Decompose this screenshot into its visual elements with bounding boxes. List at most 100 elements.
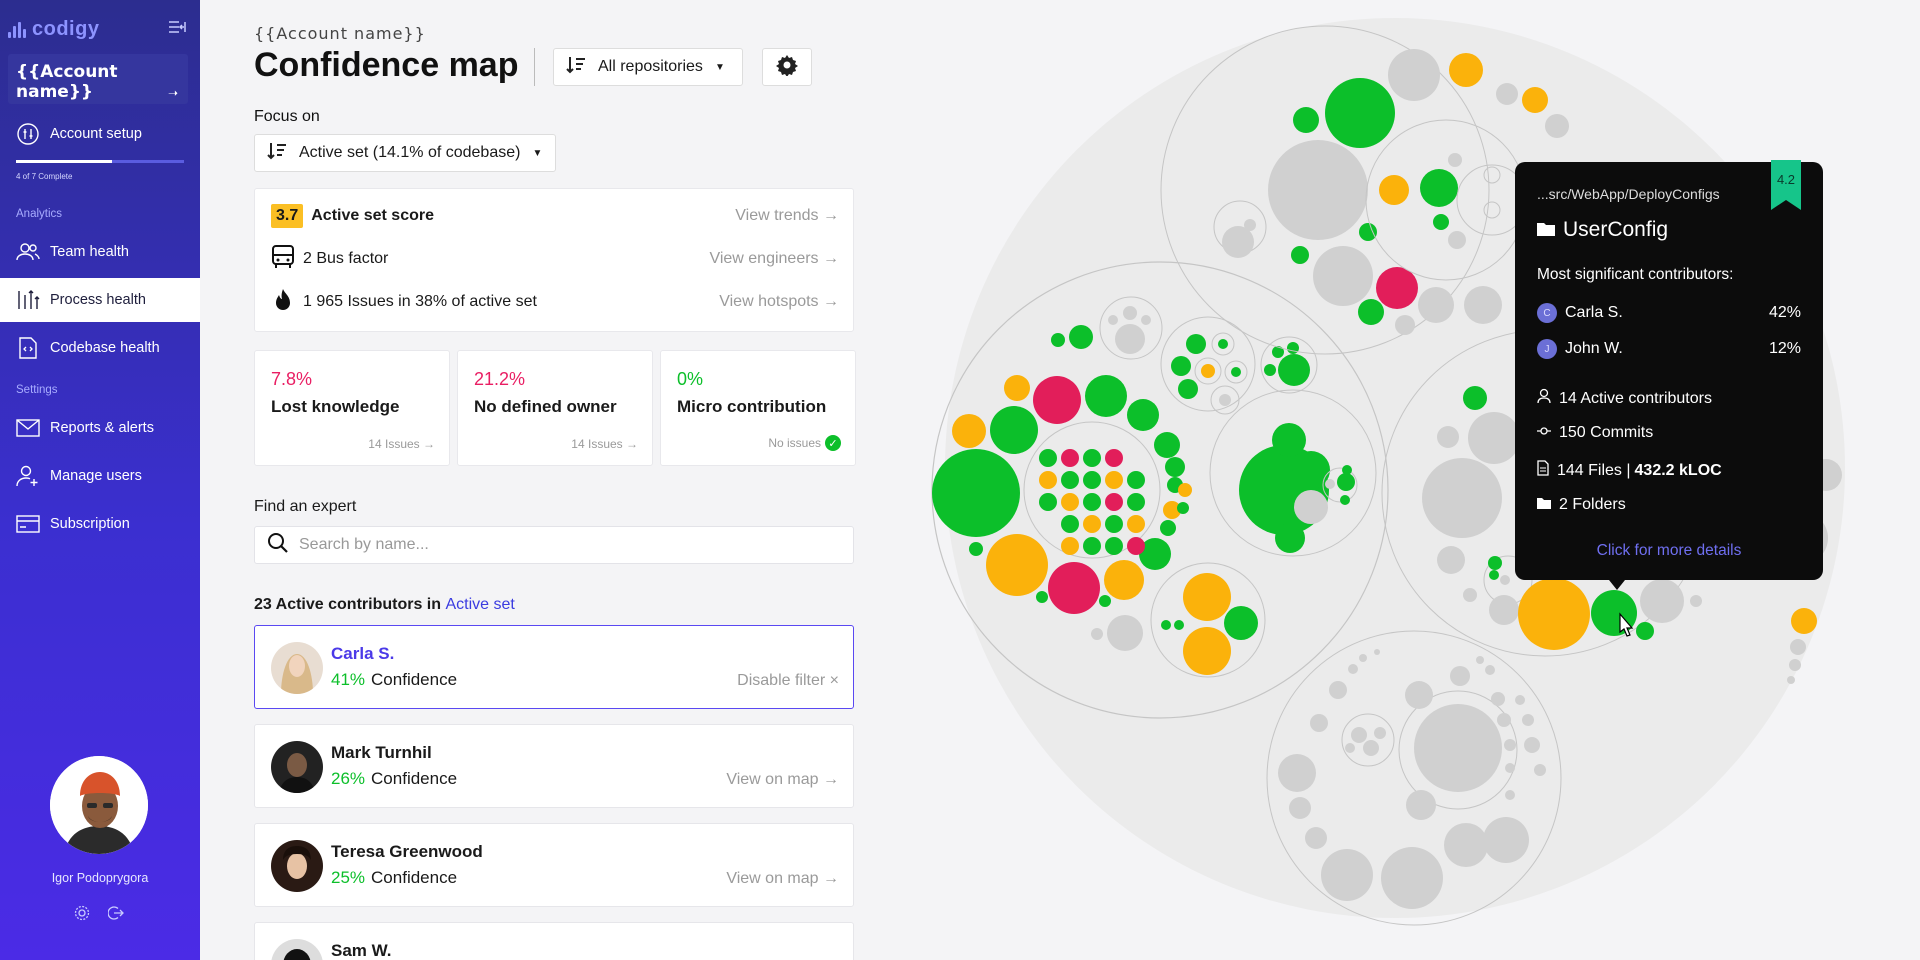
active-contributors-row: 14 Active contributors bbox=[1537, 388, 1801, 409]
file-node[interactable] bbox=[1061, 537, 1079, 555]
contributor-confidence: 26% Confidence bbox=[331, 769, 457, 789]
contributors-count: 23 Active contributors in bbox=[254, 596, 441, 613]
file-node[interactable] bbox=[1061, 471, 1079, 489]
confidence-label: Confidence bbox=[371, 868, 458, 887]
search-placeholder: Search by name... bbox=[299, 536, 429, 553]
user-name: Igor Podoprygora bbox=[51, 871, 149, 885]
more-details-link[interactable]: Click for more details bbox=[1515, 542, 1823, 560]
metric-card-lost-knowledge[interactable]: 7.8% Lost knowledge 14 Issues → bbox=[254, 350, 450, 466]
view-hotspots-link[interactable]: View hotspots → bbox=[719, 293, 839, 311]
confidence-value: 25% bbox=[331, 868, 366, 887]
nav-manage-users[interactable]: Manage users bbox=[0, 454, 200, 498]
gear-icon bbox=[776, 54, 798, 81]
active-set-link[interactable]: Active set bbox=[445, 596, 514, 613]
title-divider bbox=[534, 48, 535, 86]
view-trends-link[interactable]: View trends → bbox=[735, 207, 839, 225]
file-node[interactable] bbox=[1127, 515, 1145, 533]
file-node[interactable] bbox=[1039, 471, 1057, 489]
issues-row: 1 965 Issues in 38% of active set bbox=[271, 288, 537, 316]
account-name: {{Account name}} bbox=[16, 62, 118, 102]
nav-label: Reports & alerts bbox=[50, 420, 154, 436]
collapse-sidebar-icon[interactable] bbox=[168, 20, 186, 36]
file-node[interactable] bbox=[1127, 471, 1145, 489]
view-on-map-link[interactable]: View on map → bbox=[726, 870, 839, 888]
file-node[interactable] bbox=[1083, 471, 1101, 489]
settings-icon[interactable] bbox=[74, 905, 90, 924]
contributors-section-title: Most significant contributors: bbox=[1537, 266, 1734, 283]
file-node[interactable] bbox=[1061, 449, 1079, 467]
contributor-card[interactable]: Carla S. 41% Confidence Disable filter × bbox=[254, 625, 854, 709]
sort-icon bbox=[566, 56, 586, 79]
confidence-label: Confidence bbox=[371, 670, 458, 689]
file-node[interactable] bbox=[1127, 537, 1145, 555]
user-avatar[interactable] bbox=[50, 756, 148, 854]
file-node[interactable] bbox=[1061, 493, 1079, 511]
focus-select[interactable]: Active set (14.1% of codebase) ▼ bbox=[254, 134, 556, 172]
metric-issues-link[interactable]: 14 Issues → bbox=[368, 437, 435, 451]
view-engineers-link[interactable]: View engineers → bbox=[709, 250, 839, 268]
contributor-avatar: C bbox=[1537, 303, 1557, 323]
nav-team-health[interactable]: Team health bbox=[0, 230, 200, 274]
search-icon bbox=[267, 532, 289, 559]
metric-card-no-owner[interactable]: 21.2% No defined owner 14 Issues → bbox=[457, 350, 653, 466]
tooltip-pointer bbox=[1609, 580, 1625, 590]
account-switcher[interactable]: {{Account name}} ➝ bbox=[8, 54, 188, 104]
settings-button[interactable] bbox=[762, 48, 812, 86]
file-node[interactable] bbox=[1083, 537, 1101, 555]
nav-label: Account setup bbox=[50, 126, 142, 142]
file-node[interactable] bbox=[1083, 515, 1101, 533]
metric-percentage: 21.2% bbox=[474, 369, 526, 389]
arrow-right-icon: ➝ bbox=[167, 86, 178, 100]
nav-subscription[interactable]: Subscription bbox=[0, 502, 200, 546]
disable-filter-link[interactable]: Disable filter × bbox=[737, 672, 839, 690]
user-icon bbox=[1537, 388, 1551, 409]
confidence-value: 41% bbox=[331, 670, 366, 689]
metric-issues-link[interactable]: 14 Issues → bbox=[571, 437, 638, 451]
contributor-card[interactable]: Teresa Greenwood 25% Confidence View on m… bbox=[254, 823, 854, 907]
folder-name: UserConfig bbox=[1563, 218, 1669, 241]
contributor-avatar bbox=[271, 840, 323, 892]
confidence-value: 26% bbox=[331, 769, 366, 788]
file-node[interactable] bbox=[1105, 537, 1123, 555]
nav-label: Manage users bbox=[50, 468, 142, 484]
file-node[interactable] bbox=[1061, 515, 1079, 533]
folder-path: ...src/WebApp/DeployConfigs bbox=[1537, 186, 1720, 202]
bus-factor-text: 2 Bus factor bbox=[303, 250, 389, 267]
focus-select-value: Active set (14.1% of codebase) bbox=[299, 144, 521, 161]
contributor-card[interactable]: Mark Turnhil 26% Confidence View on map → bbox=[254, 724, 854, 808]
nav-codebase-health[interactable]: Codebase health bbox=[0, 326, 200, 370]
score-badge: 3.7 bbox=[271, 204, 304, 228]
find-expert-label: Find an expert bbox=[254, 498, 357, 515]
nav-process-health[interactable]: Process health bbox=[0, 278, 200, 322]
metric-note-text: No issues bbox=[768, 436, 821, 450]
file-node[interactable] bbox=[1127, 493, 1145, 511]
file-node[interactable] bbox=[1105, 515, 1123, 533]
view-on-map-link[interactable]: View on map → bbox=[726, 771, 839, 789]
file-node[interactable] bbox=[1105, 493, 1123, 511]
folder-tooltip[interactable]: 4.2 ...src/WebApp/DeployConfigs UserConf… bbox=[1515, 160, 1823, 590]
folders-text: 2 Folders bbox=[1559, 496, 1626, 513]
contributor-share: 12% bbox=[1768, 340, 1801, 357]
nav-account-setup[interactable]: Account setup bbox=[0, 112, 200, 156]
contributor-card[interactable]: Sam W. bbox=[254, 922, 854, 960]
repository-select[interactable]: All repositories ▼ bbox=[553, 48, 743, 86]
file-node[interactable] bbox=[1105, 471, 1123, 489]
file-node[interactable] bbox=[1039, 493, 1057, 511]
expert-search-field[interactable]: Search by name... bbox=[254, 526, 854, 564]
file-node[interactable] bbox=[1083, 493, 1101, 511]
metric-label: Lost knowledge bbox=[271, 397, 400, 416]
logout-icon[interactable] bbox=[107, 905, 124, 924]
file-node[interactable] bbox=[1083, 449, 1101, 467]
file-node[interactable] bbox=[1039, 449, 1057, 467]
team-icon bbox=[16, 240, 40, 264]
metric-label: No defined owner bbox=[474, 397, 617, 416]
contributor-avatar bbox=[271, 939, 323, 960]
metric-card-micro-contribution[interactable]: 0% Micro contribution No issues ✓ bbox=[660, 350, 856, 466]
nav-reports-alerts[interactable]: Reports & alerts bbox=[0, 406, 200, 450]
sliders-icon bbox=[16, 122, 40, 146]
sort-icon bbox=[267, 142, 287, 165]
file-node[interactable] bbox=[1105, 449, 1123, 467]
active-contributors-text: 14 Active contributors bbox=[1559, 389, 1712, 407]
kloc-text: 432.2 kLOC bbox=[1634, 461, 1722, 479]
codigy-logo[interactable]: codigy bbox=[8, 18, 99, 41]
